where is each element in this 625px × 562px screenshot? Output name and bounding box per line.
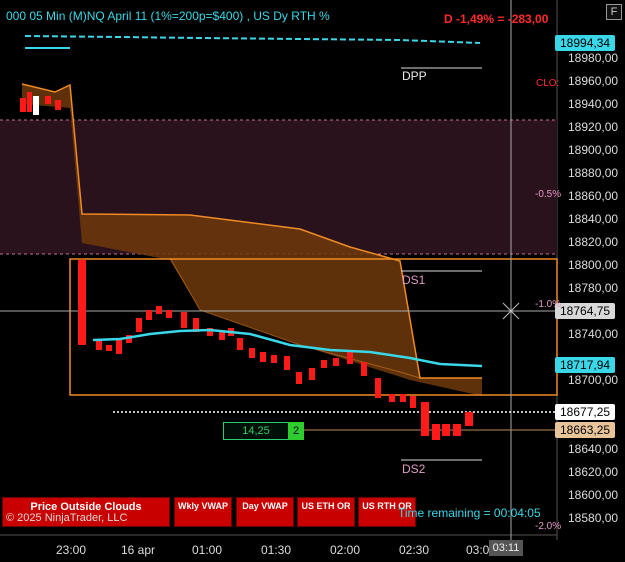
- price-tag-top: 18994,34: [555, 35, 616, 51]
- price-label: 18920,00: [568, 120, 619, 134]
- price-label: 18880,00: [568, 166, 619, 180]
- price-label: 18900,00: [568, 143, 619, 157]
- price-label: 18800,00: [568, 258, 619, 272]
- price-tag-ref: 18663,25: [555, 422, 616, 438]
- price-label: 18960,00: [568, 74, 619, 88]
- ds2-label: DS2: [402, 462, 426, 476]
- price-label: 18640,00: [568, 442, 619, 456]
- price-label: 18940,00: [568, 97, 619, 111]
- quantity-box[interactable]: 2: [288, 422, 304, 440]
- price-label: 18580,00: [568, 511, 619, 525]
- price-chart[interactable]: [0, 0, 625, 562]
- day-vwap-button[interactable]: Day VWAP: [236, 497, 294, 527]
- time-remaining: Time remaining = 00:04:05: [398, 506, 541, 520]
- price-label: 18860,00: [568, 189, 619, 203]
- price-label: 18980,00: [568, 51, 619, 65]
- current-time-tag: 03:11: [489, 540, 523, 556]
- time-label: 01:00: [192, 543, 223, 557]
- risk-points-box[interactable]: 14,25: [223, 422, 289, 440]
- price-tag-last: 18677,25: [555, 404, 616, 420]
- pct-label: -0.5%: [535, 189, 562, 200]
- pct-label: -1.0%: [535, 299, 562, 310]
- price-label: 18780,00: [568, 281, 619, 295]
- time-label: 02:30: [399, 543, 430, 557]
- price-label: 18620,00: [568, 465, 619, 479]
- price-label: 18840,00: [568, 212, 619, 226]
- price-label: 18600,00: [568, 488, 619, 502]
- time-label: 16 apr: [121, 543, 156, 557]
- dpp-label: DPP: [402, 69, 427, 83]
- pct-label: -2.0%: [535, 521, 562, 532]
- price-label: 18700,00: [568, 373, 619, 387]
- chart-title: 000 05 Min (M)NQ April 11 (1%=200p=$400)…: [6, 9, 330, 23]
- time-label: 02:00: [330, 543, 361, 557]
- daily-pnl: D -1,49% = -283,00: [444, 12, 549, 26]
- price-tag-crosshair: 18764,75: [555, 303, 616, 319]
- wkly-vwap-button[interactable]: Wkly VWAP: [174, 497, 232, 527]
- copyright: © 2025 NinjaTrader, LLC: [6, 512, 128, 524]
- price-label: 18820,00: [568, 235, 619, 249]
- time-label: 03:0: [466, 543, 490, 557]
- clo-label: CLO:: [536, 78, 560, 89]
- us-eth-or-button[interactable]: US ETH OR: [297, 497, 355, 527]
- time-label: 01:30: [261, 543, 292, 557]
- format-button[interactable]: F: [606, 4, 622, 20]
- weekly-vwap-line: [24, 35, 481, 44]
- ds1-label: DS1: [402, 273, 426, 287]
- price-tag-vwap: 18717,94: [555, 357, 616, 373]
- price-label: 18740,00: [568, 327, 619, 341]
- time-label: 23:00: [56, 543, 87, 557]
